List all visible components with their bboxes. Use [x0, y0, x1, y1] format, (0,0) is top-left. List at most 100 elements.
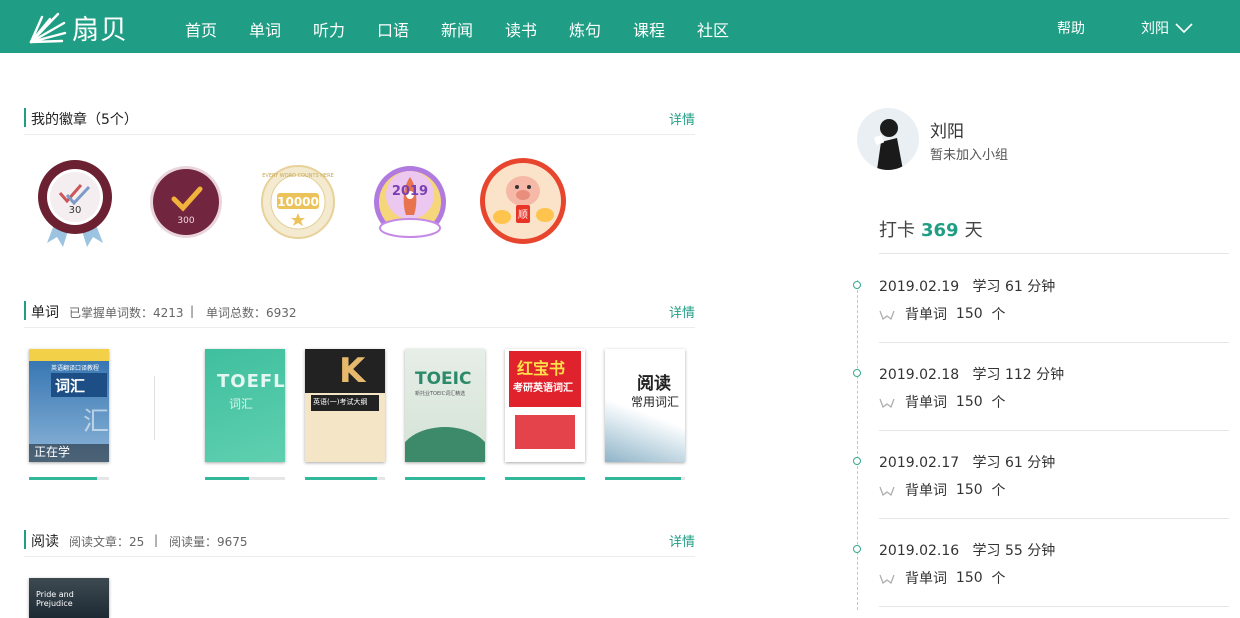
badges-detail-link[interactable]: 详情 [669, 109, 695, 128]
timeline-divider [879, 430, 1229, 431]
help-link[interactable]: 帮助 [1057, 18, 1085, 38]
book-4-globe [405, 427, 485, 462]
badge-10000-ring-text: EVERY WORD COUNTS HERE [262, 173, 334, 179]
badge-300-label: 300 [177, 216, 194, 226]
timeline-count: 150 [955, 394, 983, 410]
section-accent-bar [24, 530, 26, 549]
section-accent-bar [24, 108, 26, 127]
badge-10000-icon: EVERY WORD COUNTS HERE 10000 [261, 165, 335, 239]
badge-300-icon: 300 [150, 166, 222, 238]
nav-listening[interactable]: 听力 [313, 17, 345, 41]
timeline-dot [853, 369, 861, 377]
timeline-dot [853, 457, 861, 465]
timeline-activity-1: 背单词 150 个 [879, 304, 1006, 324]
badges-title: 我的徽章（5个） [31, 112, 138, 128]
badge-pig[interactable]: 顺 [477, 155, 569, 250]
badge-2019[interactable]: 2019 [363, 155, 455, 250]
user-menu[interactable]: 刘阳 [1141, 18, 1193, 38]
book-toefl[interactable]: TOEFL 词汇 [205, 349, 285, 462]
timeline-study-time: 学习 112 分钟 [972, 367, 1065, 383]
book-5-subtitle: 考研英语词汇 [513, 383, 573, 394]
book-2-title: TOEFL [217, 371, 285, 392]
nav-words[interactable]: 单词 [249, 17, 281, 41]
timeline-entry-3: 2019.02.17 学习 61 分钟 [879, 452, 1055, 472]
timeline-line [857, 280, 858, 610]
book-1-top-band [29, 349, 109, 361]
badge-300[interactable]: 300 [140, 155, 232, 250]
badge-pig-label: 顺 [518, 209, 528, 221]
badge-30-icon: 30 [38, 160, 112, 247]
timeline-date: 2019.02.16 [879, 543, 960, 559]
checkin-days: 369 [921, 220, 959, 241]
shell-logo-icon [29, 12, 67, 44]
badges-section-header: 我的徽章（5个） 详情 [24, 108, 695, 135]
book-icon [879, 574, 895, 584]
reading-separator: | [154, 533, 159, 547]
book-4-title: TOEIC [415, 369, 472, 389]
nav-community[interactable]: 社区 [697, 17, 729, 41]
timeline-study-time: 学习 61 分钟 [972, 279, 1056, 295]
words-total-count: 单词总数：6932 [206, 306, 297, 320]
checkin-summary: 打卡 369 天 [879, 216, 983, 242]
badge-10000-label: 10000 [277, 195, 319, 209]
book-5-progress-fill [505, 477, 585, 480]
book-4-progress [405, 477, 485, 480]
timeline-date: 2019.02.17 [879, 455, 960, 471]
book-6-progress [605, 477, 685, 480]
reading-detail-link[interactable]: 详情 [669, 531, 695, 550]
book-2-progress [205, 477, 285, 480]
book-2-subtitle: 词汇 [229, 397, 254, 411]
badge-pig-icon: 顺 [480, 158, 566, 244]
book-3-progress [305, 477, 385, 480]
book-current[interactable]: 英语翻译口译教程 词汇 汇 正在学 [29, 349, 109, 462]
avatar[interactable] [857, 108, 919, 170]
book-toeic[interactable]: TOEIC 新托业TOEIC词汇精选 [405, 349, 485, 462]
book-4-progress-fill [405, 477, 485, 480]
timeline-action: 背单词 [905, 307, 947, 323]
timeline-count: 150 [955, 306, 983, 322]
nav-reading[interactable]: 读书 [505, 17, 537, 41]
book-exam-outline[interactable]: K 英语(一)考试大纲 [305, 349, 385, 462]
top-nav-bar: 扇贝 首页 单词 听力 口语 新闻 读书 炼句 课程 社区 帮助 刘阳 [0, 0, 1240, 53]
book-reading-vocab[interactable]: 阅读 常用词汇 [605, 349, 685, 462]
badge-30[interactable]: 30 [29, 155, 121, 250]
words-detail-link[interactable]: 详情 [669, 302, 695, 321]
timeline-activity-4: 背单词 150 个 [879, 568, 1006, 588]
nav-news[interactable]: 新闻 [441, 17, 473, 41]
book-icon [879, 310, 895, 320]
book-1-title: 词汇 [55, 377, 86, 395]
book-red-book[interactable]: 红宝书 考研英语词汇 [505, 349, 585, 462]
current-label: 正在学 [34, 445, 71, 459]
book-icon [879, 398, 895, 408]
book-4-subtitle: 新托业TOEIC词汇精选 [415, 391, 466, 397]
reading-book-title: Pride and Prejudice [36, 590, 74, 608]
book-6-subtitle: 常用词汇 [631, 395, 680, 409]
timeline-action: 背单词 [905, 395, 947, 411]
timeline-divider [879, 518, 1229, 519]
timeline-entry-2: 2019.02.18 学习 112 分钟 [879, 364, 1064, 384]
checkin-prefix: 打卡 [879, 220, 915, 241]
book-6-title: 阅读 [637, 374, 671, 394]
nav-sentences[interactable]: 炼句 [569, 17, 601, 41]
badge-2019-icon: 2019 [374, 166, 446, 238]
logo-text: 扇贝 [72, 14, 128, 46]
book-1-top-text: 英语翻译口译教程 [51, 365, 100, 372]
words-title: 单词 [31, 305, 59, 321]
timeline-date: 2019.02.19 [879, 279, 960, 295]
reading-title: 阅读 [31, 534, 59, 550]
reading-section-header: 阅读 阅读文章：25 | 阅读量：9675 详情 [24, 530, 695, 557]
timeline-count: 150 [955, 482, 983, 498]
reading-book[interactable]: Pride and Prejudice [29, 578, 109, 618]
badge-10000[interactable]: EVERY WORD COUNTS HERE 10000 [252, 155, 344, 250]
chevron-down-icon [1175, 23, 1193, 33]
nav-home[interactable]: 首页 [185, 17, 217, 41]
nav-courses[interactable]: 课程 [633, 17, 665, 41]
timeline-date: 2019.02.18 [879, 367, 960, 383]
words-mastered-count: 已掌握单词数：4213 [69, 306, 184, 320]
shanbay-logo[interactable]: 扇贝 [28, 8, 128, 46]
book-5-title: 红宝书 [517, 359, 566, 378]
books-divider [154, 376, 155, 440]
nav-speaking[interactable]: 口语 [377, 17, 409, 41]
checkin-divider [879, 253, 1229, 254]
section-accent-bar [24, 301, 26, 320]
